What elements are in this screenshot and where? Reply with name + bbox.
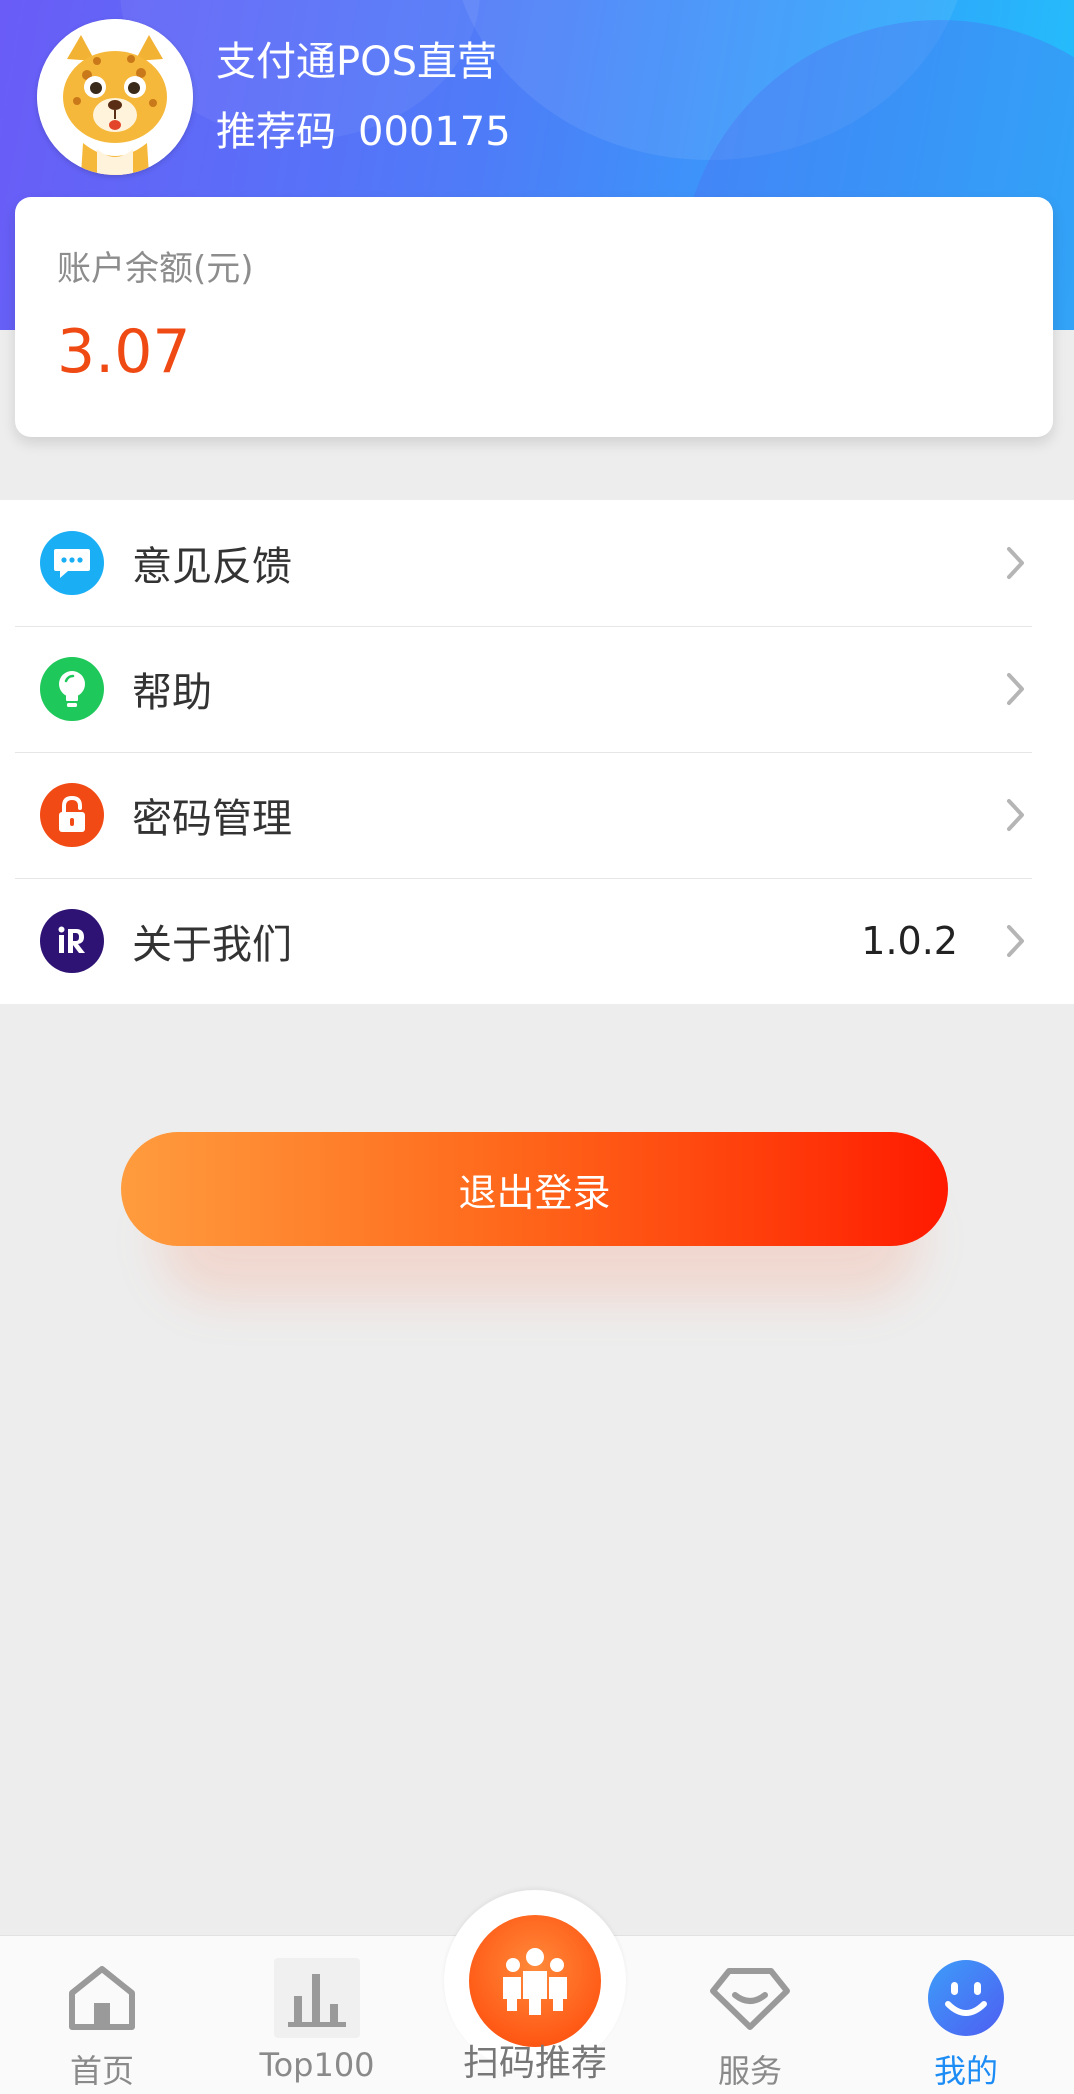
profile-page: 支付通POS直营 推荐码 000175 账户余额(元) 3.07 意见反馈 帮助…	[0, 0, 1074, 2094]
tab-label: 扫码推荐	[462, 2043, 607, 2084]
app-version: 1.0.2	[861, 919, 958, 963]
tab-scan-recommend[interactable]: 扫码推荐	[441, 1890, 629, 2094]
tab-top100[interactable]: Top100	[227, 1936, 407, 2094]
home-icon	[59, 1958, 145, 2038]
menu-item-password[interactable]: 密码管理	[0, 752, 1074, 878]
menu-item-help[interactable]: 帮助	[0, 626, 1074, 752]
smiley-icon	[923, 1958, 1009, 2038]
menu-item-label: 帮助	[132, 670, 212, 716]
referral-row: 推荐码 000175	[216, 106, 511, 158]
tab-service[interactable]: 服务	[660, 1936, 840, 2094]
lock-icon	[40, 783, 104, 847]
settings-menu: 意见反馈 帮助 密码管理 关于我们 1.0.2	[0, 500, 1074, 1004]
menu-item-about[interactable]: 关于我们 1.0.2	[0, 878, 1074, 1004]
chevron-right-icon	[1007, 673, 1024, 705]
chevron-right-icon	[1007, 925, 1024, 957]
tab-home[interactable]: 首页	[12, 1936, 192, 2094]
tab-label: 首页	[69, 2052, 134, 2090]
referral-code: 000175	[358, 109, 511, 155]
cheetah-avatar-icon	[37, 19, 193, 175]
tab-label: 服务	[717, 2052, 782, 2090]
menu-item-label: 意见反馈	[132, 544, 292, 590]
tab-label: 我的	[933, 2052, 998, 2090]
tab-label: Top100	[259, 2046, 375, 2084]
chat-bubble-icon	[40, 531, 104, 595]
bar-chart-icon	[274, 1958, 360, 2038]
menu-item-feedback[interactable]: 意见反馈	[0, 500, 1074, 626]
store-name: 支付通POS直营	[216, 39, 497, 85]
tab-mine[interactable]: 我的	[876, 1936, 1056, 2094]
lightbulb-icon	[40, 657, 104, 721]
menu-item-label: 关于我们	[132, 922, 292, 968]
balance-value: 3.07	[57, 317, 191, 387]
avatar[interactable]	[37, 19, 193, 175]
people-icon	[469, 1915, 601, 2047]
ir-logo-icon	[40, 909, 104, 973]
menu-item-label: 密码管理	[132, 796, 292, 842]
referral-label: 推荐码	[216, 109, 336, 155]
logout-button[interactable]: 退出登录	[121, 1132, 948, 1246]
chevron-right-icon	[1007, 547, 1024, 579]
diamond-icon	[707, 1958, 793, 2038]
chevron-right-icon	[1007, 799, 1024, 831]
balance-label: 账户余额(元)	[57, 249, 254, 289]
balance-card[interactable]: 账户余额(元) 3.07	[15, 197, 1053, 437]
